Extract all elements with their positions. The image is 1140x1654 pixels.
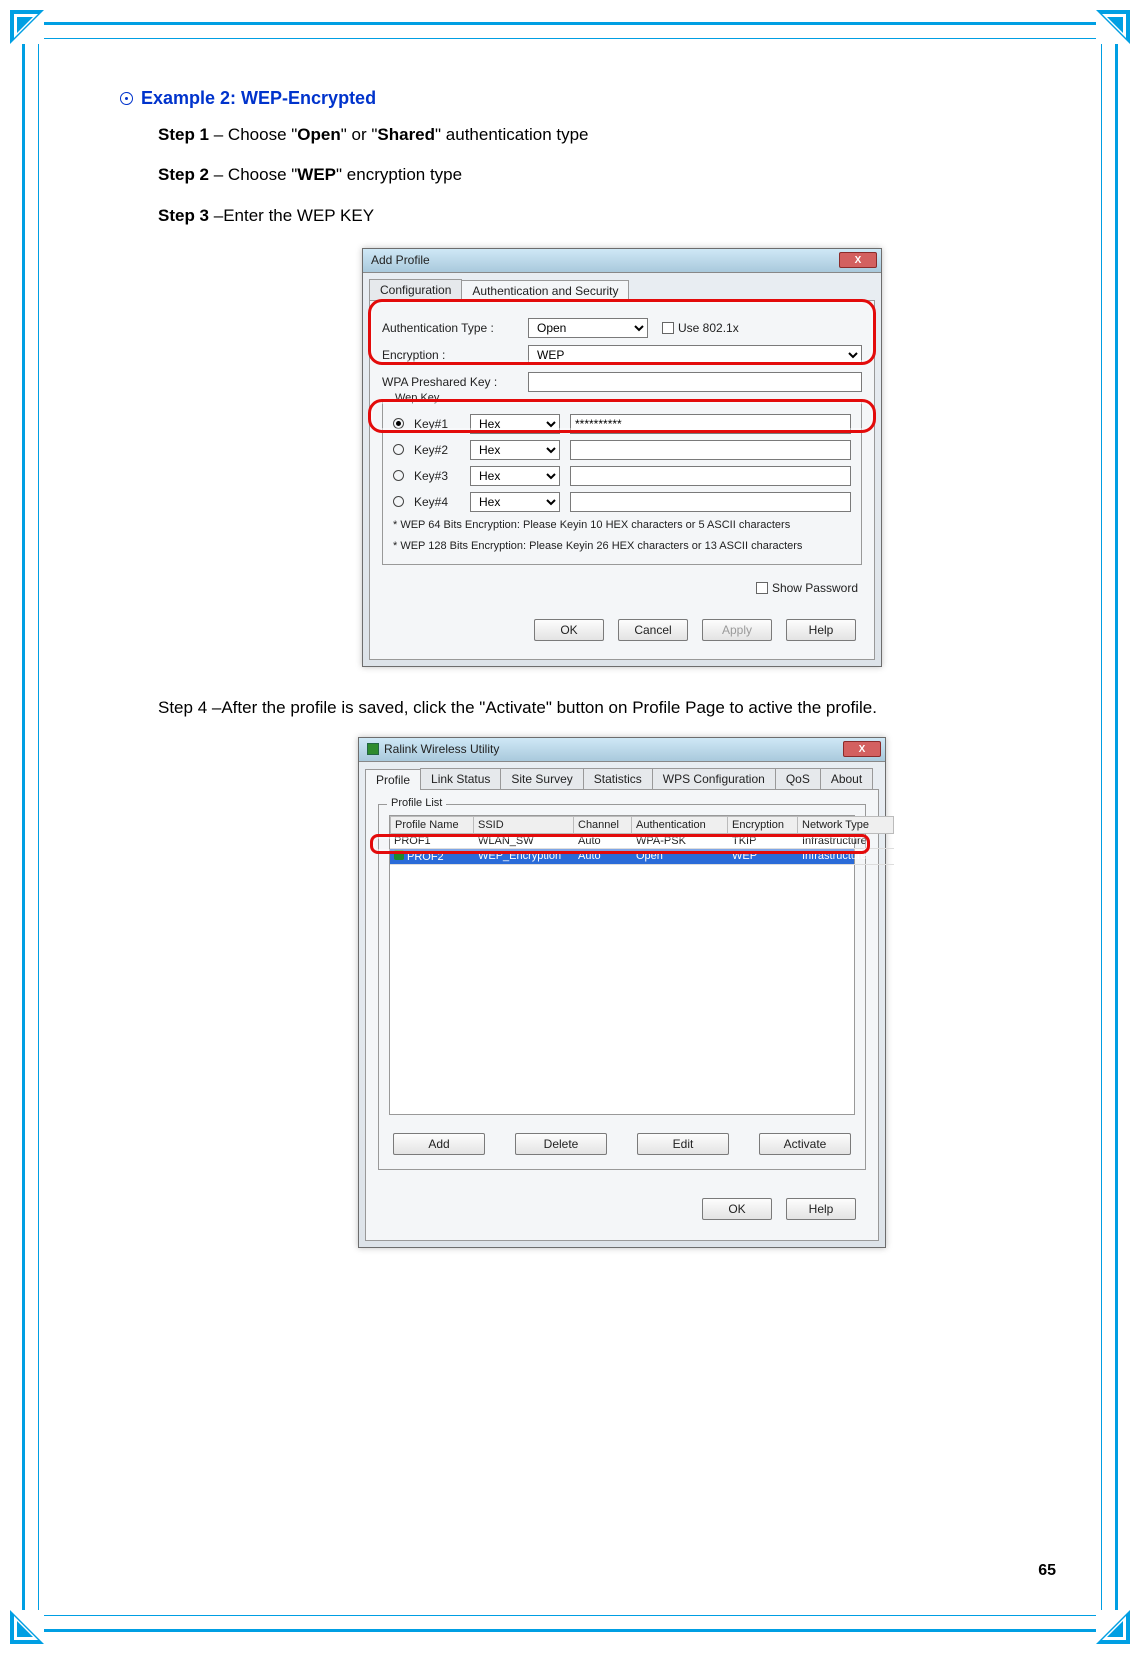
example-heading: Example 2: WEP-Encrypted xyxy=(120,88,1060,109)
key4-radio[interactable] xyxy=(393,496,404,507)
tab-profile[interactable]: Profile xyxy=(365,769,421,790)
psk-label: WPA Preshared Key : xyxy=(382,375,522,389)
edit-button[interactable]: Edit xyxy=(637,1133,729,1155)
delete-button[interactable]: Delete xyxy=(515,1133,607,1155)
psk-input[interactable] xyxy=(528,372,862,392)
apply-button: Apply xyxy=(702,619,772,641)
activate-button[interactable]: Activate xyxy=(759,1133,851,1155)
profile-list-header: Profile Name SSID Channel Authentication… xyxy=(390,816,854,834)
close-icon[interactable]: X xyxy=(843,741,881,757)
add-profile-dialog: Add Profile X Configuration Authenticati… xyxy=(362,248,882,667)
key3-radio[interactable] xyxy=(393,470,404,481)
ralink-utility-dialog: Ralink Wireless Utility X Profile Link S… xyxy=(358,737,886,1248)
tab-site-survey[interactable]: Site Survey xyxy=(500,768,583,789)
add-button[interactable]: Add xyxy=(393,1133,485,1155)
key2-input[interactable] xyxy=(570,440,851,460)
auth-type-select[interactable]: Open xyxy=(528,318,648,338)
wep-key-legend: Wep Key xyxy=(391,392,443,404)
ok-button[interactable]: OK xyxy=(534,619,604,641)
key4-input[interactable] xyxy=(570,492,851,512)
tab-qos[interactable]: QoS xyxy=(775,768,821,789)
wep-hint-128: * WEP 128 Bits Encryption: Please Keyin … xyxy=(393,539,851,554)
tab-auth-security[interactable]: Authentication and Security xyxy=(461,280,629,301)
profile-list-legend: Profile List xyxy=(387,797,446,809)
corner-tl-icon xyxy=(10,10,44,44)
key1-label: Key#1 xyxy=(414,417,460,431)
encryption-label: Encryption : xyxy=(382,348,522,362)
dialog-title: Add Profile xyxy=(371,253,430,267)
active-profile-icon xyxy=(394,850,404,860)
step-2: Step 2 – Choose "WEP" encryption type xyxy=(158,159,1060,191)
key3-input[interactable] xyxy=(570,466,851,486)
help-button[interactable]: Help xyxy=(786,1198,856,1220)
key2-format-select[interactable]: Hex xyxy=(470,440,560,460)
profile-list[interactable]: Profile Name SSID Channel Authentication… xyxy=(389,815,855,1115)
help-button[interactable]: Help xyxy=(786,619,856,641)
tab-wps[interactable]: WPS Configuration xyxy=(652,768,776,789)
encryption-select[interactable]: WEP xyxy=(528,345,862,365)
key2-label: Key#2 xyxy=(414,443,460,457)
dialog2-title: Ralink Wireless Utility xyxy=(384,742,499,756)
key1-format-select[interactable]: Hex xyxy=(470,414,560,434)
step-4: Step 4 –After the profile is saved, clic… xyxy=(158,691,1060,725)
tab-statistics[interactable]: Statistics xyxy=(583,768,653,789)
wep-key-group: Wep Key Key#1 Hex Key#2 Hex xyxy=(382,399,862,565)
corner-bl-icon xyxy=(10,1610,44,1644)
corner-br-icon xyxy=(1096,1610,1130,1644)
close-icon[interactable]: X xyxy=(839,252,877,268)
use-8021x-checkbox[interactable]: Use 802.1x xyxy=(662,321,739,335)
profile-list-group: Profile List Profile Name SSID Channel A… xyxy=(378,804,866,1170)
tab-configuration[interactable]: Configuration xyxy=(369,279,462,300)
corner-tr-icon xyxy=(1096,10,1130,44)
auth-type-label: Authentication Type : xyxy=(382,321,522,335)
table-row[interactable]: PROF2 WEP_Encryption Auto Open WEP Infra… xyxy=(390,849,854,865)
tab-about[interactable]: About xyxy=(820,768,873,789)
key2-radio[interactable] xyxy=(393,444,404,455)
key3-label: Key#3 xyxy=(414,469,460,483)
app-icon xyxy=(367,743,379,755)
example-heading-text: Example 2: WEP-Encrypted xyxy=(141,88,376,109)
bullet-icon xyxy=(120,92,133,105)
key4-format-select[interactable]: Hex xyxy=(470,492,560,512)
key1-radio[interactable] xyxy=(393,418,404,429)
key4-label: Key#4 xyxy=(414,495,460,509)
step-1: Step 1 – Choose "Open" or "Shared" authe… xyxy=(158,119,1060,151)
wep-hint-64: * WEP 64 Bits Encryption: Please Keyin 1… xyxy=(393,518,851,533)
cancel-button[interactable]: Cancel xyxy=(618,619,688,641)
key1-input[interactable] xyxy=(570,414,851,434)
tab-link-status[interactable]: Link Status xyxy=(420,768,501,789)
table-row[interactable]: PROF1 WLAN_SW Auto WPA-PSK TKIP Infrastr… xyxy=(390,834,854,849)
show-password-checkbox[interactable]: Show Password xyxy=(756,581,858,595)
key3-format-select[interactable]: Hex xyxy=(470,466,560,486)
step-3: Step 3 –Enter the WEP KEY xyxy=(158,200,1060,232)
page-number: 65 xyxy=(1038,1562,1056,1580)
ok-button[interactable]: OK xyxy=(702,1198,772,1220)
